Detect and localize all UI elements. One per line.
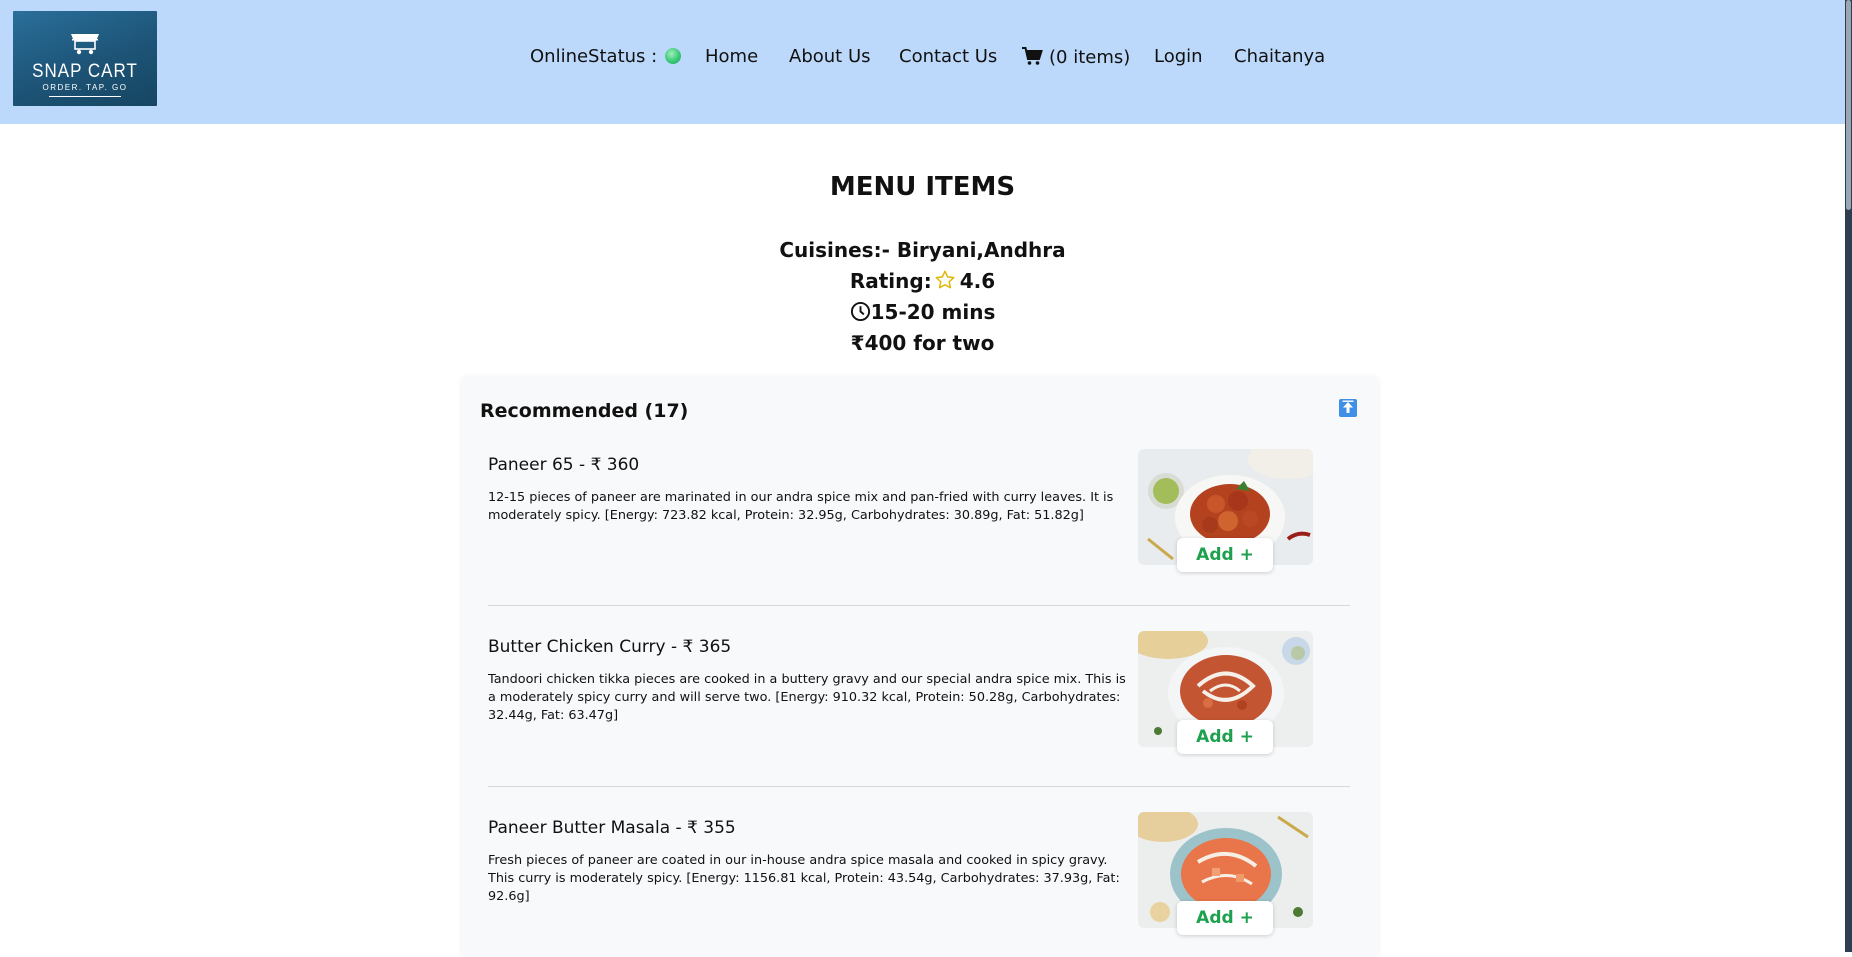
- rating-value: 4.6: [959, 269, 996, 293]
- online-status: OnlineStatus :: [530, 46, 682, 67]
- menu-title: MENU ITEMS: [829, 172, 1016, 202]
- item-divider: [488, 605, 1350, 606]
- star-icon: [935, 270, 955, 289]
- scroll-to-top-icon[interactable]: [1339, 399, 1357, 417]
- logo-underline: [49, 96, 121, 97]
- cost-for-two: ₹400 for two: [850, 331, 995, 355]
- nav-user-link[interactable]: Chaitanya: [1234, 46, 1325, 67]
- clock-icon: [850, 301, 870, 322]
- rating-label: Rating:: [849, 269, 932, 293]
- nav-cart-link[interactable]: (0 items): [1021, 46, 1130, 68]
- item-description: Tandoori chicken tikka pieces are cooked…: [488, 672, 1126, 723]
- item-name: Paneer Butter Masala - ₹ 355: [488, 818, 736, 838]
- item-name: Butter Chicken Curry - ₹ 365: [488, 637, 732, 657]
- nav-about-link[interactable]: About Us: [789, 46, 871, 67]
- cart-icon: [1022, 47, 1043, 65]
- section-title[interactable]: Recommended (17): [480, 400, 688, 422]
- cart-count: (0 items): [1049, 47, 1131, 68]
- main-nav: OnlineStatus : Home About Us Contact Us …: [0, 46, 1845, 72]
- header: SNAP CART ORDER. TAP. GO OnlineStatus : …: [0, 0, 1845, 124]
- page-scrollbar[interactable]: [1845, 0, 1852, 952]
- add-to-cart-button[interactable]: Add +: [1177, 720, 1273, 754]
- delivery-time-value: 15-20 mins: [870, 300, 996, 324]
- logo-tagline: ORDER. TAP. GO: [42, 83, 128, 92]
- scrollbar-thumb[interactable]: [1846, 0, 1851, 210]
- delivery-time: 15-20 mins: [0, 300, 1845, 324]
- cuisines: Cuisines:- Biryani,Andhra: [779, 238, 1066, 262]
- online-status-dot: [665, 48, 682, 64]
- recommended-section: Recommended (17) Paneer 65 - ₹ 360 12-15…: [462, 377, 1378, 957]
- add-to-cart-button[interactable]: Add +: [1177, 538, 1273, 572]
- nav-home-link[interactable]: Home: [705, 46, 758, 67]
- online-status-label: OnlineStatus :: [530, 46, 658, 67]
- item-description: 12-15 pieces of paneer are marinated in …: [488, 490, 1114, 523]
- rating: Rating: 4.6: [0, 269, 1845, 293]
- item-name: Paneer 65 - ₹ 360: [488, 455, 640, 475]
- item-divider: [488, 786, 1350, 787]
- item-description: Fresh pieces of paneer are coated in our…: [488, 853, 1120, 904]
- nav-login-link[interactable]: Login: [1154, 46, 1203, 67]
- add-to-cart-button[interactable]: Add +: [1177, 901, 1273, 935]
- nav-contact-link[interactable]: Contact Us: [899, 46, 997, 67]
